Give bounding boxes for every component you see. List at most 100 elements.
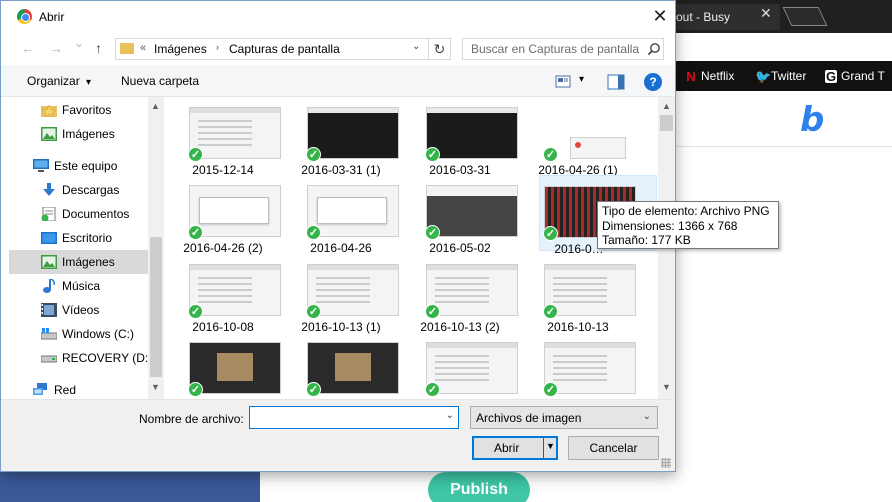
breadcrumb-separator-icon[interactable]: › [216, 42, 219, 52]
chrome-icon [17, 9, 32, 24]
file-item[interactable]: ✓ 2016-03-31 (1) [282, 97, 400, 177]
nav-item-imagenes[interactable]: Imágenes [9, 250, 148, 274]
back-arrow-icon[interactable]: ← [21, 40, 35, 56]
check-icon: ✓ [425, 382, 440, 397]
breadcrumb-capturas[interactable]: Capturas de pantalla [229, 42, 340, 56]
scrollbar-thumb[interactable] [150, 237, 162, 377]
publish-button[interactable]: Publish [428, 472, 530, 502]
bookmark-twitter[interactable]: 🐦 Twitter [755, 69, 806, 83]
new-folder-button[interactable]: Nueva carpeta [121, 74, 199, 88]
browser-tab-title: out - Busy [676, 10, 731, 24]
split-divider [543, 438, 544, 458]
preview-pane-icon[interactable] [607, 74, 625, 90]
nav-item-favoritos[interactable]: Favoritos [9, 98, 148, 122]
tab-close-icon[interactable]: ✕ [760, 5, 772, 22]
nav-item-recovery-d[interactable]: RECOVERY (D:) [9, 346, 152, 370]
open-dropdown-icon[interactable]: ▼ [546, 441, 555, 451]
refresh-button[interactable]: ↻ [429, 38, 451, 60]
file-item[interactable]: ✓ [164, 332, 282, 399]
file-item[interactable]: ✓ 2016-04-26 [282, 175, 400, 255]
file-item[interactable]: ✓ 2016-03-31 [401, 97, 519, 177]
nav-item-videos[interactable]: Vídeos [9, 298, 148, 322]
file-thumbnail [426, 185, 518, 237]
breadcrumb-imagenes[interactable]: Imágenes [154, 42, 207, 56]
check-icon: ✓ [188, 382, 203, 397]
computer-icon [33, 159, 49, 172]
bookmark-netflix[interactable]: N Netflix [685, 69, 734, 83]
file-name: 2016-04-26 [310, 241, 372, 255]
drive-c-icon [41, 328, 57, 340]
file-item[interactable]: ✓ 2016-10-13 [519, 254, 637, 334]
close-button[interactable]: ✕ [647, 5, 673, 27]
filename-combobox[interactable]: ⌄ [249, 406, 459, 429]
chevron-down-icon[interactable]: ⌄ [412, 41, 420, 52]
dialog-titlebar[interactable]: Abrir ✕ [1, 1, 675, 32]
file-item[interactable]: ✓ 2016-10-08 [164, 254, 282, 334]
file-item[interactable]: ✓ [519, 332, 637, 399]
dialog-footer: Nombre de archivo: ⌄ Archivos de imagen … [1, 399, 675, 471]
organize-label: Organizar [27, 74, 80, 88]
nav-item-windows-c[interactable]: Windows (C:) [9, 322, 148, 346]
scroll-up-icon[interactable]: ▲ [662, 101, 671, 111]
check-icon: ✓ [543, 382, 558, 397]
file-thumbnail [307, 342, 399, 394]
netflix-icon: N [686, 68, 696, 84]
help-icon[interactable]: ? [644, 73, 662, 91]
file-item[interactable]: ✓ [282, 332, 400, 399]
tooltip-size: Tamaño: 177 KB [602, 233, 691, 247]
filename-input[interactable] [250, 407, 440, 428]
file-thumbnail [307, 185, 399, 237]
nav-item-este-equipo[interactable]: Este equipo [9, 154, 148, 178]
file-item[interactable]: ✓ 2016-10-13 (2) [401, 254, 519, 334]
search-icon[interactable] [647, 42, 661, 56]
scroll-down-icon[interactable]: ▼ [662, 382, 671, 392]
open-button[interactable]: Abrir ▼ [472, 436, 558, 460]
nav-item-documentos[interactable]: Documentos [9, 202, 148, 226]
cancel-button[interactable]: Cancelar [568, 436, 659, 460]
file-item[interactable]: ✓ [401, 332, 519, 399]
scrollbar-thumb[interactable] [660, 115, 673, 131]
filetype-select[interactable]: Archivos de imagen ⌄ [470, 406, 658, 429]
nav-item-descargas[interactable]: Descargas [9, 178, 148, 202]
nav-label: RECOVERY (D:) [62, 351, 153, 365]
file-item[interactable]: ✓ 2015-12-14 [164, 97, 282, 177]
videos-icon [41, 303, 57, 317]
check-icon: ✓ [306, 382, 321, 397]
forward-arrow-icon[interactable]: → [49, 40, 63, 56]
bookmarks-bar: N Netflix 🐦 Twitter G Grand T [675, 61, 892, 91]
nav-item-escritorio[interactable]: Escritorio [9, 226, 148, 250]
bookmark-grand-t[interactable]: G Grand T [825, 69, 885, 83]
address-bar[interactable]: « Imágenes › Capturas de pantalla ⌄ [115, 38, 429, 60]
nav-item-imagenes-favorito[interactable]: Imágenes [9, 122, 148, 146]
chevron-down-icon[interactable]: ⌄ [446, 410, 454, 421]
resize-grip[interactable] [661, 458, 671, 468]
nav-label: Imágenes [62, 127, 115, 141]
scroll-down-icon[interactable]: ▼ [151, 382, 160, 392]
filename-label: Nombre de archivo: [139, 412, 244, 426]
nav-label: Música [62, 279, 101, 293]
desktop-icon [41, 232, 57, 244]
nav-label: Este equipo [54, 159, 118, 173]
nav-pane-scrollbar[interactable]: ▲ ▼ [148, 97, 164, 399]
check-icon: ✓ [188, 225, 203, 240]
file-item[interactable]: ✓ 2016-05-02 [401, 175, 519, 255]
scroll-up-icon[interactable]: ▲ [151, 101, 160, 111]
bookmark-label: Grand T [841, 69, 885, 83]
check-icon: ✓ [425, 304, 440, 319]
file-item[interactable]: ✓ 2016-04-26 (2) [164, 175, 282, 255]
twitter-icon: 🐦 [755, 68, 772, 84]
nav-label: Imágenes [62, 255, 115, 269]
search-box[interactable] [462, 38, 664, 60]
recent-locations-icon[interactable]: ⌄ [74, 36, 84, 50]
overflow-chevron-icon[interactable]: « [140, 42, 146, 54]
file-item[interactable]: ✓ 2016-10-13 (1) [282, 254, 400, 334]
up-arrow-icon[interactable]: ↑ [95, 40, 102, 56]
check-icon: ✓ [306, 147, 321, 162]
change-view-button[interactable]: ▾ [555, 74, 591, 90]
organize-button[interactable]: Organizar ▾ [27, 74, 91, 88]
search-input[interactable] [463, 39, 643, 59]
nav-item-musica[interactable]: Música [9, 274, 148, 298]
browser-address-bar[interactable] [675, 33, 892, 61]
nav-item-red[interactable]: Red [9, 378, 148, 399]
file-item[interactable]: ✓ 2016-04-26 (1) [519, 97, 637, 177]
